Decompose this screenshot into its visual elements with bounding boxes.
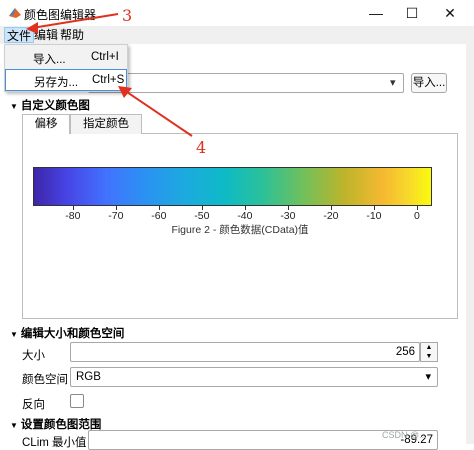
annotation-overlay — [26, 13, 193, 137]
arrow-4-line — [123, 89, 193, 137]
annotation-4: 4 — [196, 138, 207, 157]
annotation-3: 3 — [122, 6, 133, 25]
arrow-4-head — [118, 86, 132, 98]
watermark: CSDN @... — [382, 430, 427, 440]
arrow-3-head — [26, 22, 38, 34]
arrow-3-line — [31, 13, 119, 29]
